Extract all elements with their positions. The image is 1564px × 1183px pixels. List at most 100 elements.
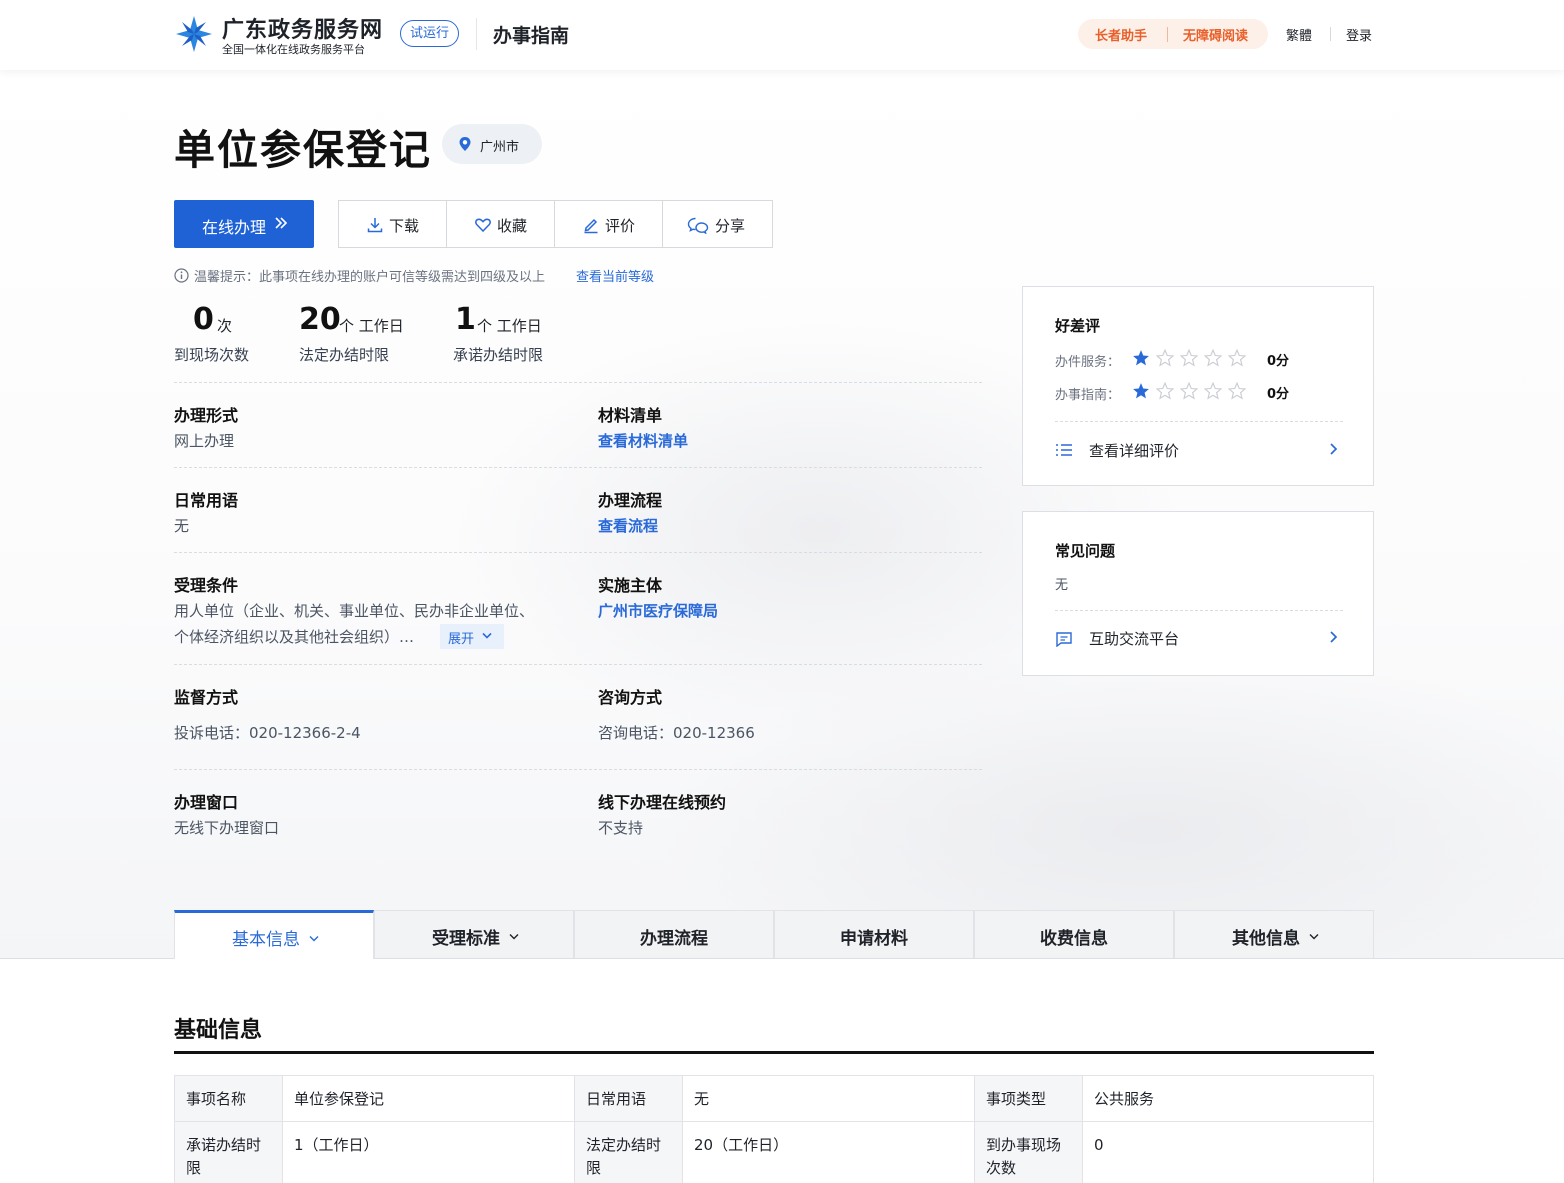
elder-assist-button[interactable]: 长者助手 [1095,25,1147,44]
view-process-link[interactable]: 查看流程 [598,515,658,536]
table-value-cell: 1（工作日） [283,1122,575,1183]
share-button[interactable]: 分享 [663,201,771,247]
rate-button[interactable]: 评价 [555,201,663,247]
divider [174,467,982,468]
star-empty-icon[interactable] [1227,382,1247,400]
stat-promise-label: 承诺办结时限 [453,346,544,364]
star-empty-icon[interactable] [1203,349,1223,367]
action-toolbar: 下载 收藏 评价 分享 [338,200,773,248]
star-empty-icon[interactable] [1155,382,1175,400]
section-title-basic-info: 基础信息 [174,1018,263,1043]
traditional-chinese-link[interactable]: 繁體 [1286,25,1312,44]
stat-promise-unit: 个 工作日 [477,317,542,335]
region-label: 广州市 [480,140,520,155]
tab-2[interactable]: 受理标准 [374,910,574,958]
message-icon [1056,632,1072,647]
mutual-help-platform-link[interactable]: 互助交流平台 [1089,628,1179,649]
download-button[interactable]: 下载 [339,201,447,247]
service-star-rating[interactable] [1131,349,1247,367]
stat-legal-number: 20 [299,302,341,337]
tab-6[interactable]: 其他信息 [1174,910,1374,958]
star-filled-icon[interactable] [1131,382,1151,400]
tab-label: 基本信息 [232,930,300,950]
online-apply-button[interactable]: 在线办理 [174,200,314,248]
appointment-label: 线下办理在线预约 [598,793,727,812]
faq-card-title: 常见问题 [1055,542,1116,560]
favorite-button[interactable]: 收藏 [447,201,555,247]
window-label: 办理窗口 [174,793,239,812]
stat-legal-unit: 个 工作日 [339,317,404,335]
share-label: 分享 [715,217,746,235]
table-value-cell: 0 [1083,1122,1373,1183]
tab-label: 办理流程 [640,929,708,949]
tab-label: 其他信息 [1232,929,1300,949]
star-empty-icon[interactable] [1179,349,1199,367]
chevron-down-icon [1309,934,1319,940]
site-logo-icon[interactable] [174,14,214,54]
table-key-cell: 承诺办结时限 [175,1122,283,1183]
tab-1[interactable]: 基本信息 [174,910,374,959]
stat-visits-number: 0 [193,302,214,337]
service-score: 0分 [1267,354,1290,369]
favorite-label: 收藏 [497,217,528,235]
assist-divider [1167,27,1168,42]
stat-visits-unit: 次 [217,317,233,335]
download-icon [367,218,383,233]
star-filled-icon[interactable] [1131,349,1151,367]
guide-star-rating[interactable] [1131,382,1247,400]
expand-label: 展开 [448,632,475,647]
consult-value: 咨询电话：020-12366 [598,724,755,742]
table-row: 事项名称 单位参保登记 日常用语 无 事项类型 公共服务 [175,1076,1373,1122]
card-divider [1055,421,1343,422]
section-title: 办事指南 [493,25,570,47]
form-value: 网上办理 [174,432,235,450]
info-circle-icon [174,268,189,283]
site-title[interactable]: 广东政务服务网 [222,12,383,44]
tab-label: 申请材料 [840,929,908,949]
appointment-value: 不支持 [598,819,644,837]
table-value-cell: 20（工作日） [683,1122,975,1183]
star-empty-icon[interactable] [1203,382,1223,400]
service-rating-label: 办件服务： [1055,355,1121,370]
star-empty-icon[interactable] [1227,349,1247,367]
tab-3[interactable]: 办理流程 [574,910,774,958]
view-materials-link[interactable]: 查看材料清单 [598,430,688,451]
terms-value: 无 [174,517,190,535]
table-key-cell: 日常用语 [575,1076,683,1121]
check-level-link[interactable]: 查看当前等级 [576,266,654,285]
form-label: 办理形式 [174,406,239,425]
table-value-cell: 单位参保登记 [283,1076,575,1121]
table-key-cell: 事项名称 [175,1076,283,1121]
site-header: 广东政务服务网 全国一体化在线政务服务平台 试运行 办事指南 长者助手 无障碍阅… [0,0,1564,70]
tab-4[interactable]: 申请材料 [774,910,974,958]
region-badge[interactable]: 广州市 [442,124,542,164]
consult-label: 咨询方式 [598,688,663,707]
table-value-cell: 公共服务 [1083,1076,1373,1121]
divider [174,382,982,383]
rate-label: 评价 [605,217,636,235]
heart-icon [475,218,491,233]
star-empty-icon[interactable] [1155,349,1175,367]
tab-5[interactable]: 收费信息 [974,910,1174,958]
table-value-cell: 无 [683,1076,975,1121]
chevron-right-icon[interactable] [1329,442,1339,456]
chevron-down-icon [482,632,492,639]
tab-label: 收费信息 [1040,929,1108,949]
stat-visits-label: 到现场次数 [174,346,250,364]
divider [174,664,982,665]
table-key-cell: 法定办结时限 [575,1122,683,1183]
star-empty-icon[interactable] [1179,382,1199,400]
accessible-reading-button[interactable]: 无障碍阅读 [1183,25,1248,44]
pencil-icon [584,218,598,234]
header-link-divider [1330,27,1331,41]
login-link[interactable]: 登录 [1346,25,1372,44]
list-icon [1056,444,1072,456]
chevron-right-icon[interactable] [1329,630,1339,644]
subject-link[interactable]: 广州市医疗保障局 [598,600,718,621]
stat-legal-label: 法定办结时限 [299,346,390,364]
conditions-text-line2: 个体经济组织以及其他社会组织）… [174,628,415,646]
view-detail-rating-link[interactable]: 查看详细评价 [1089,440,1179,461]
expand-button[interactable]: 展开 [440,624,504,649]
card-divider [1055,610,1343,611]
download-label: 下载 [389,217,420,235]
